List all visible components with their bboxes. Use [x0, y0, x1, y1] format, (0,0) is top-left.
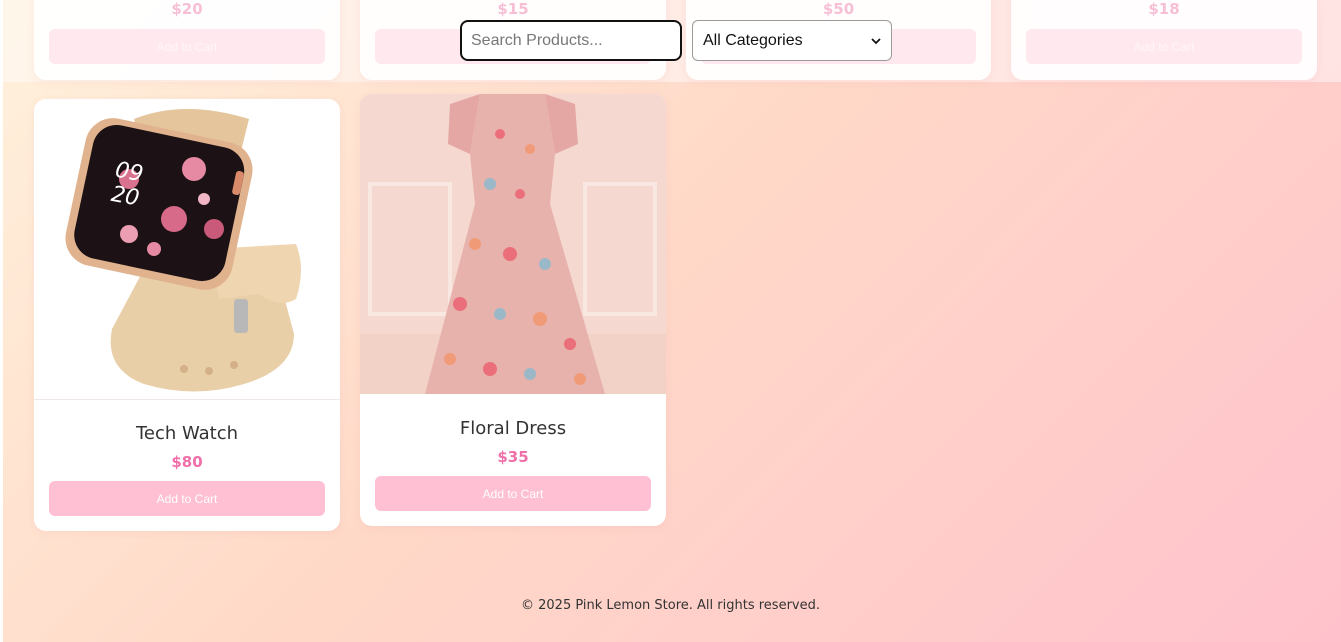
- product-card: 09 20 Tech Watch $80 Add to Cart: [34, 99, 340, 531]
- add-to-cart-button[interactable]: Add to Cart: [375, 476, 651, 511]
- smartwatch-image: 09 20: [34, 99, 340, 400]
- product-price: $20: [171, 0, 203, 18]
- add-to-cart-button[interactable]: Add to Cart: [49, 29, 325, 64]
- product-name: Floral Dress: [459, 418, 567, 439]
- product-card: Floral Dress $35 Add to Cart: [360, 94, 666, 526]
- product-price: $80: [171, 453, 203, 471]
- product-price: $50: [822, 0, 855, 18]
- page-left-edge: [0, 0, 3, 642]
- floral-dress-image: [360, 94, 666, 394]
- footer-copyright: © 2025 Pink Lemon Store. All rights rese…: [521, 598, 820, 613]
- product-name: Tech Watch: [135, 423, 239, 444]
- product-card: $18 Add to Cart: [1011, 0, 1317, 80]
- add-to-cart-button[interactable]: Add to Cart: [49, 481, 325, 516]
- chevron-down-icon: [871, 37, 881, 45]
- search-input[interactable]: [460, 20, 682, 61]
- category-select-value: All Categories: [703, 31, 803, 49]
- product-price: $18: [1148, 0, 1180, 18]
- svg-text:20: 20: [109, 182, 141, 211]
- product-price: $15: [497, 0, 529, 18]
- product-card: $20 Add to Cart: [34, 0, 340, 80]
- add-to-cart-button[interactable]: Add to Cart: [1026, 29, 1302, 64]
- category-select[interactable]: All Categories: [692, 20, 892, 61]
- product-price: $35: [497, 448, 529, 466]
